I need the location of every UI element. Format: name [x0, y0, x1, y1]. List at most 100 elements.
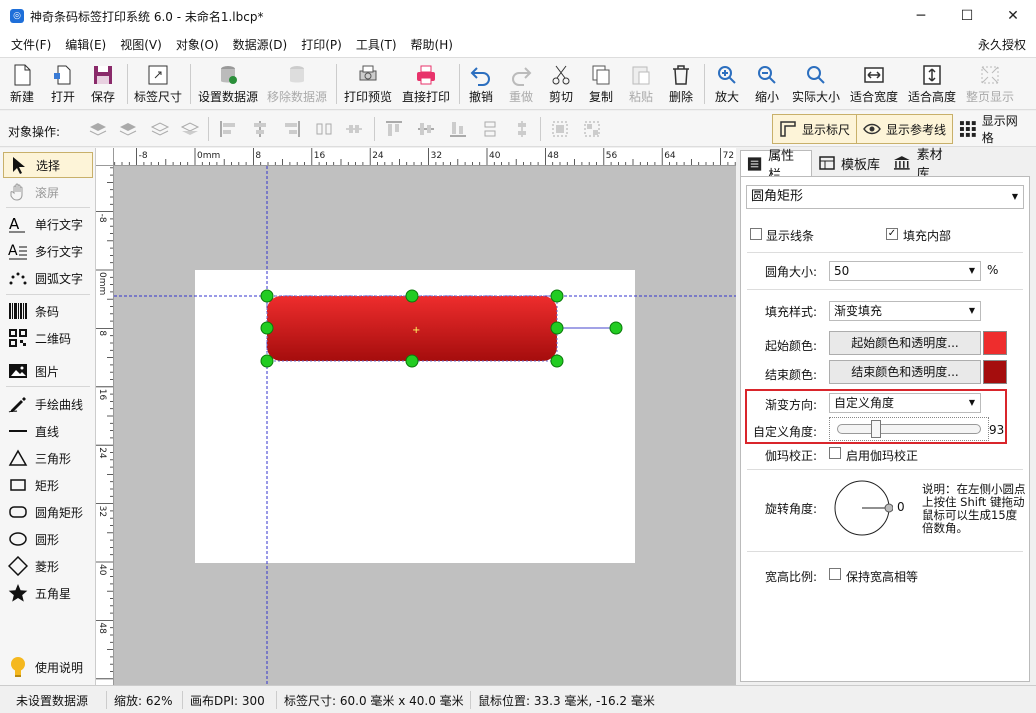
close-button[interactable]: ✕	[990, 0, 1036, 32]
fit-width-button[interactable]: 适合宽度	[848, 60, 900, 108]
fill-inside-checkbox[interactable]: ✓	[886, 228, 898, 240]
horizontal-ruler-scale: -8 0mm 8 16 24 32 40 48 56 64 72	[114, 148, 736, 165]
zoom-in-button[interactable]: 放大	[710, 60, 744, 108]
show-guides-toggle[interactable]: 显示参考线	[856, 114, 954, 144]
menu-object[interactable]: 对象(O)	[169, 32, 226, 58]
undo-button[interactable]: 撤销	[464, 60, 498, 108]
start-color-label: 起始颜色:	[765, 339, 818, 353]
group-icon[interactable]	[550, 119, 570, 139]
tool-diamond[interactable]: 菱形	[3, 553, 93, 579]
slider-thumb[interactable]	[870, 420, 881, 438]
end-color-button[interactable]: 结束颜色和透明度...	[829, 360, 981, 384]
handle-top[interactable]	[405, 289, 419, 303]
fit-page-button[interactable]: 整页显示	[964, 60, 1016, 108]
align-right-icon[interactable]	[282, 119, 302, 139]
handle-left[interactable]	[260, 321, 274, 335]
zoom-out-button[interactable]: 缩小	[750, 60, 784, 108]
new-button[interactable]: 新建	[4, 60, 40, 108]
tool-image[interactable]: 图片	[3, 358, 93, 384]
align-top-icon[interactable]	[384, 119, 404, 139]
aspect-checkbox[interactable]	[829, 568, 841, 580]
handle-bottom-right[interactable]	[550, 354, 564, 368]
rotation-dial-knob[interactable]	[884, 503, 893, 513]
tool-triangle[interactable]: 三角形	[3, 445, 93, 471]
end-color-swatch[interactable]	[983, 360, 1007, 384]
bring-forward-icon[interactable]	[118, 119, 138, 139]
gradient-dir-select[interactable]: 自定义角度 ▼	[829, 393, 981, 413]
copy-button[interactable]: 复制	[584, 60, 618, 108]
minimize-button[interactable]: ─	[898, 0, 944, 32]
same-width-icon[interactable]	[344, 119, 364, 139]
menu-help[interactable]: 帮助(H)	[404, 32, 460, 58]
tool-star[interactable]: 五角星	[3, 580, 93, 606]
tool-scroll[interactable]: 滚屏	[3, 179, 93, 205]
menu-print[interactable]: 打印(P)	[294, 32, 349, 58]
show-grid-toggle[interactable]: 显示网格	[952, 114, 1036, 145]
paste-icon	[632, 66, 650, 85]
menu-datasource[interactable]: 数据源(D)	[226, 32, 295, 58]
handle-top-right[interactable]	[550, 289, 564, 303]
tool-line[interactable]: 直线	[3, 418, 93, 444]
open-button[interactable]: 打开	[44, 60, 82, 108]
align-center-icon[interactable]	[250, 119, 270, 139]
corner-size-select[interactable]: 50 ▼	[829, 261, 981, 281]
handle-bottom[interactable]	[405, 354, 419, 368]
remove-datasource-button[interactable]: 移除数据源	[264, 60, 330, 108]
ungroup-icon[interactable]	[582, 119, 602, 139]
start-color-button[interactable]: 起始颜色和透明度...	[829, 331, 981, 355]
tool-freehand[interactable]: 手绘曲线	[3, 391, 93, 417]
custom-angle-slider[interactable]	[829, 417, 989, 441]
align-bottom-icon[interactable]	[448, 119, 468, 139]
tool-round-rect[interactable]: 圆角矩形	[3, 499, 93, 525]
align-left-icon[interactable]	[218, 119, 238, 139]
tool-multi-text[interactable]: A 多行文字	[3, 238, 93, 264]
tab-properties[interactable]: 属性栏	[740, 149, 812, 183]
start-color-swatch[interactable]	[983, 331, 1007, 355]
maximize-button[interactable]: ☐	[944, 0, 990, 32]
align-middle-icon[interactable]	[416, 119, 436, 139]
label-size-button[interactable]: 标签尺寸	[132, 60, 184, 108]
save-icon	[94, 66, 112, 84]
distribute-v-icon[interactable]	[480, 119, 500, 139]
handle-top-left[interactable]	[260, 289, 274, 303]
save-button[interactable]: 保存	[84, 60, 122, 108]
send-back-icon[interactable]	[180, 119, 200, 139]
tool-arc-text[interactable]: 圆弧文字	[3, 265, 93, 291]
menu-edit[interactable]: 编辑(E)	[58, 32, 113, 58]
distribute-h-icon[interactable]	[314, 119, 334, 139]
tool-qrcode[interactable]: 二维码	[3, 325, 93, 351]
tool-barcode[interactable]: 条码	[3, 298, 93, 324]
handle-bottom-left[interactable]	[260, 354, 274, 368]
tool-select[interactable]: 选择	[3, 152, 93, 178]
tool-ellipse[interactable]: 圆形	[3, 526, 93, 552]
object-type-select[interactable]: 圆角矩形 ▼	[746, 185, 1024, 209]
tool-rect[interactable]: 矩形	[3, 472, 93, 498]
cut-button[interactable]: 剪切	[544, 60, 578, 108]
print-preview-button[interactable]: 打印预览	[342, 60, 394, 108]
gamma-checkbox[interactable]	[829, 447, 841, 459]
direct-print-button[interactable]: 直接打印	[400, 60, 452, 108]
paste-button[interactable]: 粘贴	[624, 60, 658, 108]
show-border-checkbox[interactable]	[750, 228, 762, 240]
delete-button[interactable]: 删除	[664, 60, 698, 108]
rotation-dial[interactable]	[833, 479, 893, 539]
fit-height-button[interactable]: 适合高度	[906, 60, 958, 108]
help-button[interactable]: 使用说明	[3, 654, 93, 680]
design-canvas[interactable]: +	[114, 166, 736, 685]
tool-single-text[interactable]: A 单行文字	[3, 211, 93, 237]
actual-size-button[interactable]: 实际大小	[790, 60, 842, 108]
bring-front-icon[interactable]	[88, 119, 108, 139]
same-height-icon[interactable]	[512, 119, 532, 139]
menu-view[interactable]: 视图(V)	[113, 32, 169, 58]
menu-file[interactable]: 文件(F)	[4, 32, 58, 58]
tab-materials[interactable]: 素材库	[887, 148, 961, 182]
show-ruler-toggle[interactable]: 显示标尺	[772, 114, 858, 144]
set-datasource-button[interactable]: 设置数据源	[196, 60, 260, 108]
rotation-handle[interactable]	[609, 321, 623, 335]
fill-style-select[interactable]: 渐变填充 ▼	[829, 301, 981, 321]
send-backward-icon[interactable]	[150, 119, 170, 139]
menu-tools[interactable]: 工具(T)	[349, 32, 404, 58]
tab-templates[interactable]: 模板库	[813, 150, 887, 176]
handle-right[interactable]	[550, 321, 564, 335]
redo-button[interactable]: 重做	[504, 60, 538, 108]
